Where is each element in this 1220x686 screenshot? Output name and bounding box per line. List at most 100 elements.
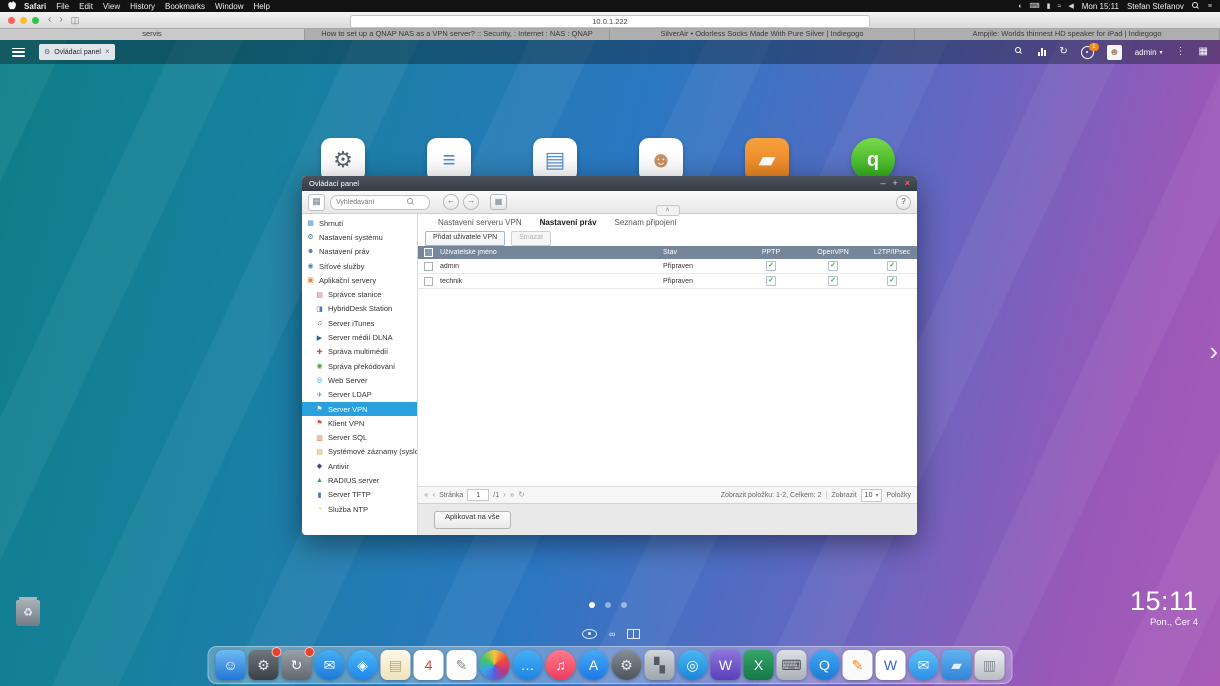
- close-tab-icon[interactable]: ×: [105, 48, 110, 56]
- dock-mail-circle[interactable]: ✉: [909, 650, 939, 680]
- forward-button[interactable]: →: [463, 194, 479, 210]
- dock-mail[interactable]: ✉: [315, 650, 345, 680]
- menu-bar-user[interactable]: Stefan Stefanov: [1127, 2, 1184, 11]
- notification-center-icon[interactable]: ≡: [1208, 3, 1212, 10]
- dock-photos[interactable]: [480, 650, 510, 680]
- background-tasks-icon[interactable]: ↻: [1059, 47, 1067, 57]
- pptp-checkbox[interactable]: ✓: [766, 276, 776, 286]
- sidebar-item[interactable]: ▶ Server médií DLNA: [302, 330, 417, 344]
- dock-pages[interactable]: ✎: [843, 650, 873, 680]
- apply-to-all-button[interactable]: Aplikovat na vše: [434, 511, 511, 529]
- dock-notes[interactable]: ▤: [381, 650, 411, 680]
- sidebar-item[interactable]: ♫ Server iTunes: [302, 316, 417, 330]
- sidebar-item[interactable]: ☻ Nastavení práv: [302, 245, 417, 259]
- menu-item[interactable]: View: [103, 2, 120, 11]
- sidebar-item[interactable]: ▤ Systémové záznamy (syslo..: [302, 445, 417, 459]
- notifications-icon[interactable]: 1: [1081, 46, 1094, 59]
- next-desktop-page-arrow[interactable]: ›: [1209, 338, 1218, 364]
- display-icon[interactable]: ◐: [1018, 3, 1022, 10]
- page-number-input[interactable]: [467, 489, 489, 501]
- browser-back-button[interactable]: ‹: [48, 13, 51, 27]
- sidebar-item[interactable]: ⚑ Klient VPN: [302, 416, 417, 430]
- dock-word-white[interactable]: W: [876, 650, 906, 680]
- dock-calendar[interactable]: 4: [414, 650, 444, 680]
- collapse-panel-button[interactable]: ∧: [656, 205, 680, 216]
- browser-forward-button[interactable]: ›: [59, 13, 62, 27]
- sidebar-item[interactable]: ✚ Správa multimédií: [302, 345, 417, 359]
- user-avatar[interactable]: ☻: [1107, 45, 1122, 60]
- maximize-button[interactable]: +: [892, 179, 897, 188]
- first-page-button[interactable]: «: [424, 491, 428, 499]
- dock-word[interactable]: W: [711, 650, 741, 680]
- dock-downloads-folder[interactable]: ▰: [942, 650, 972, 680]
- dock-facetime[interactable]: ◎: [678, 650, 708, 680]
- menu-item[interactable]: Window: [215, 2, 243, 11]
- help-button[interactable]: ?: [896, 195, 911, 210]
- openvpn-checkbox[interactable]: ✓: [828, 276, 838, 286]
- wifi-icon[interactable]: ≈: [1058, 3, 1062, 10]
- user-menu[interactable]: admin ▾: [1135, 48, 1163, 57]
- dock-software-update[interactable]: ↻: [282, 650, 312, 680]
- menu-item[interactable]: Help: [253, 2, 269, 11]
- dock-app-store[interactable]: A: [579, 650, 609, 680]
- link-icon[interactable]: ∞: [609, 630, 615, 639]
- dock-spotlight-app[interactable]: Q: [810, 650, 840, 680]
- more-options-icon[interactable]: ⋮: [1176, 47, 1186, 57]
- browser-tab[interactable]: SilverAir • Odorless Socks Made With Pur…: [610, 28, 915, 40]
- sidebar-item[interactable]: ▦ Shrnutí: [302, 216, 417, 230]
- select-all-checkbox[interactable]: [424, 248, 433, 257]
- sidebar-item[interactable]: ◔ Služba NTP: [302, 502, 417, 516]
- back-button[interactable]: ←: [443, 194, 459, 210]
- sidebar-toggle-icon[interactable]: ◫: [71, 15, 80, 26]
- table-row[interactable]: admin Připraven ✓ ✓ ✓: [418, 259, 917, 274]
- dock-safari[interactable]: ◈: [348, 650, 378, 680]
- sidebar-item[interactable]: ▣ Aplikační servery: [302, 273, 417, 287]
- column-openvpn[interactable]: OpenVPN: [802, 249, 864, 256]
- apps-grid-button[interactable]: ▦: [308, 194, 325, 211]
- recycle-bin-icon[interactable]: ♻: [16, 600, 40, 626]
- window-close-button[interactable]: [8, 17, 15, 24]
- prev-page-button[interactable]: ‹: [432, 491, 435, 499]
- row-checkbox[interactable]: [424, 277, 433, 286]
- view-grid-button[interactable]: ▦: [490, 194, 507, 210]
- resource-monitor-icon[interactable]: [1038, 48, 1046, 56]
- dock-itunes[interactable]: ♫: [546, 650, 576, 680]
- page-dot[interactable]: [621, 602, 627, 608]
- sidebar-item[interactable]: ▥ Server SQL: [302, 430, 417, 444]
- dock-activity-utility[interactable]: ⚙: [249, 650, 279, 680]
- menu-item[interactable]: History: [130, 2, 155, 11]
- content-tab[interactable]: Nastavení práv: [540, 218, 597, 227]
- sidebar-item[interactable]: ✈ Server LDAP: [302, 388, 417, 402]
- column-username[interactable]: Uživatelské jméno: [438, 249, 663, 256]
- dock-system-preferences[interactable]: ⚙: [612, 650, 642, 680]
- sidebar-item[interactable]: ◉ Síťové služby: [302, 259, 417, 273]
- show-desktop-eye-icon[interactable]: [582, 629, 597, 639]
- sidebar-item[interactable]: ▮ Server TFTP: [302, 488, 417, 502]
- apple-menu-icon[interactable]: [8, 1, 16, 11]
- dashboard-icon[interactable]: ▦: [1199, 47, 1208, 57]
- menu-item[interactable]: Bookmarks: [165, 2, 205, 11]
- window-search-input[interactable]: [336, 199, 404, 206]
- refresh-button[interactable]: ↻: [518, 491, 525, 499]
- split-view-icon[interactable]: [627, 629, 640, 639]
- column-status[interactable]: Stav: [663, 249, 740, 256]
- sidebar-item[interactable]: ◉ Správa překódování: [302, 359, 417, 373]
- pptp-checkbox[interactable]: ✓: [766, 261, 776, 271]
- sidebar-item[interactable]: ⚙ Nastavení systému: [302, 230, 417, 244]
- window-maximize-button[interactable]: [32, 17, 39, 24]
- column-l2tp[interactable]: L2TP/IPsec: [864, 249, 917, 256]
- page-size-select[interactable]: 10 ▾: [861, 489, 883, 502]
- delete-button[interactable]: Smazat: [511, 231, 551, 246]
- volume-icon[interactable]: ◀: [1068, 2, 1073, 10]
- menu-item[interactable]: File: [56, 2, 69, 11]
- sidebar-item[interactable]: ▤ Správce stanice: [302, 287, 417, 301]
- sidebar-item[interactable]: ◨ HybridDesk Station: [302, 302, 417, 316]
- open-app-tab[interactable]: ⚙ Ovládací panel ×: [39, 44, 115, 60]
- sidebar-item[interactable]: ◎ Web Server: [302, 373, 417, 387]
- menu-bar-clock[interactable]: Mon 15:11: [1082, 2, 1119, 11]
- battery-icon[interactable]: ▮: [1047, 2, 1051, 10]
- window-title-bar[interactable]: Ovládací panel – + ×: [302, 176, 917, 191]
- dock-trash[interactable]: ▥: [975, 650, 1005, 680]
- last-page-button[interactable]: »: [510, 491, 514, 499]
- sidebar-item[interactable]: ⚑ Server VPN: [302, 402, 417, 416]
